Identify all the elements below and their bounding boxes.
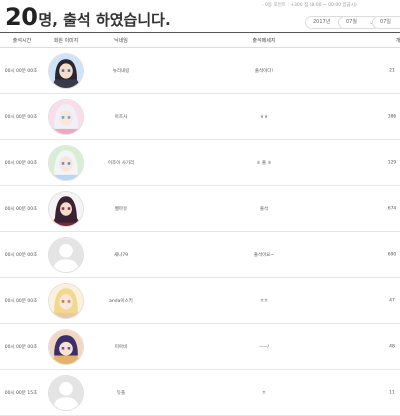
avatar[interactable]	[48, 329, 84, 365]
col-points: 개	[395, 38, 400, 44]
col-nickname: 닉네임	[114, 38, 128, 44]
row-nickname[interactable]: anda이스키	[109, 298, 133, 304]
row-nickname[interactable]: 미아비	[115, 344, 127, 350]
year-select-value: 2017년	[313, 19, 331, 25]
row-time: 00시 00분 00초	[4, 114, 38, 120]
row-points: 21	[389, 68, 395, 73]
col-message: 출석메세지	[252, 38, 276, 44]
table-row: 00시 00분 00초 미아비 ㅡㅡ/48	[0, 324, 400, 370]
table-row: 00시 00분 00초 벨마유 출석 674	[0, 186, 400, 232]
avatar[interactable]	[48, 99, 84, 135]
col-image: 회원 이미지	[53, 38, 79, 44]
day-select[interactable]: 07일	[372, 16, 400, 29]
row-time: 00시 00분 00초	[4, 298, 38, 304]
row-nickname[interactable]: 뉴리내링	[113, 68, 130, 74]
month-select-value: 07월	[346, 19, 357, 25]
row-points: 129	[387, 160, 397, 165]
page-title: 20 명, 출석 하였습니다.	[5, 3, 171, 31]
row-message: 출석이요~	[253, 252, 275, 258]
row-message: ㅎ 출 ㅎ	[256, 160, 272, 166]
day-select-value: 07일	[380, 19, 391, 25]
row-points: 47	[389, 298, 395, 303]
row-time: 00시 00분 15초	[4, 390, 38, 396]
col-time: 출석시간	[12, 38, 32, 44]
table-row: 00시 00분 00초 새니79 출석이요~ 690	[0, 232, 400, 278]
avatar[interactable]	[48, 375, 84, 411]
row-message: ㅊ	[261, 390, 267, 396]
row-time: 00시 00분 00초	[4, 160, 38, 166]
table-row: 00시 00분 00초 anda이스키 ㅊㅊ 47	[0, 278, 400, 324]
table-row: 00시 00분 00초 이조이 사기리 ㅎ 출 ㅎ 129	[0, 140, 400, 186]
points-info: - 0등 포인트 : +300 점 (8:00 ~ 00:00 입금시)	[262, 3, 357, 8]
avatar[interactable]	[48, 237, 84, 273]
row-nickname[interactable]: 벨마유	[115, 206, 127, 212]
table-header: 출석시간 회원 이미지 닉네임 출석메세지 개	[0, 33, 400, 47]
row-message: 출석이다!	[254, 68, 274, 74]
row-points: 690	[387, 252, 397, 257]
table-row: 00시 00분 00초 뉴리내링 출석이다! 21	[0, 48, 400, 94]
avatar[interactable]	[48, 53, 84, 89]
table-row: 00시 00분 15초 듀플 ㅊ 11	[0, 370, 400, 416]
row-points: 386	[387, 114, 397, 119]
title-suffix: 명, 출석 하였습니다.	[38, 11, 171, 29]
row-nickname[interactable]: 아즈사	[115, 114, 127, 120]
row-message: ㅎㅎ	[259, 114, 269, 120]
row-points: 48	[389, 344, 395, 349]
row-message: ㅊㅊ	[259, 298, 269, 304]
row-nickname[interactable]: 듀플	[117, 390, 125, 396]
avatar[interactable]	[48, 191, 84, 227]
row-message: ㅡㅡ/	[259, 344, 269, 350]
row-points: 11	[389, 390, 395, 395]
row-time: 00시 00분 00초	[4, 252, 38, 258]
row-time: 00시 00분 00초	[4, 68, 38, 74]
row-nickname[interactable]: 이조이 사기리	[108, 160, 134, 166]
attendance-count: 20	[5, 3, 38, 31]
avatar[interactable]	[48, 145, 84, 181]
avatar[interactable]	[48, 283, 84, 319]
row-nickname[interactable]: 새니79	[114, 252, 128, 258]
row-time: 00시 00분 00초	[4, 344, 38, 350]
row-time: 00시 00분 00초	[4, 206, 38, 212]
table-row: 00시 00분 00초 아즈사 ㅎㅎ 386	[0, 94, 400, 140]
row-message: 출석	[259, 206, 269, 212]
row-points: 674	[387, 206, 397, 211]
